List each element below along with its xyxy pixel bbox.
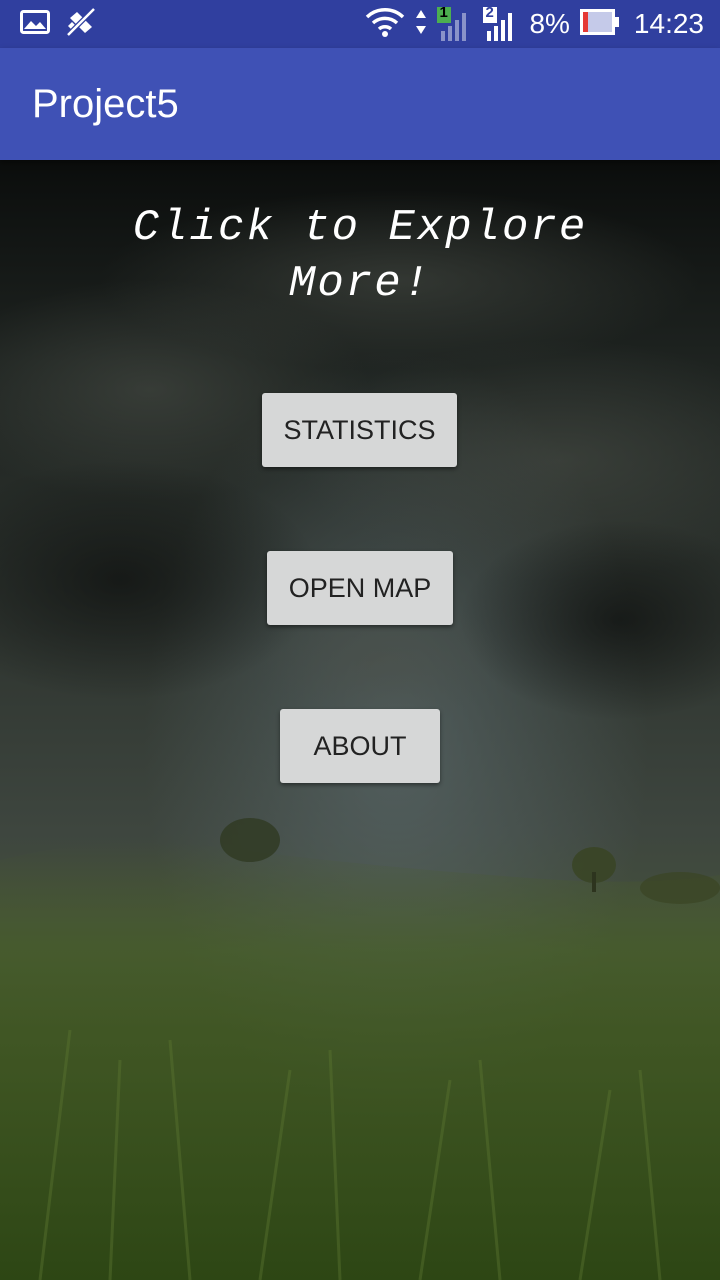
gallery-icon [20,10,50,38]
mute-icon [64,6,98,42]
main-content: Click to Explore More! STATISTICS OPEN M… [0,160,720,1280]
app-title: Project5 [32,81,179,126]
status-bar: 1 2 8% 14:23 [0,0,720,48]
app-bar: Project5 [0,48,720,160]
status-bar-right: 1 2 8% 14:23 [365,4,720,41]
headline-line-2: More! [288,259,432,309]
headline-line-1: Click to Explore [132,203,588,253]
sim1-label: 1 [439,4,448,21]
clock: 14:23 [633,8,704,39]
battery-percent: 8% [529,8,570,39]
status-bar-left [0,6,98,42]
battery-icon [579,9,620,39]
signal-sim1-icon: 1 [437,4,473,41]
open-map-button[interactable]: OPEN MAP [267,551,453,625]
signal-sim2-icon: 2 [483,4,519,41]
sim2-label: 2 [485,4,494,21]
about-button[interactable]: ABOUT [280,709,440,783]
headline: Click to Explore More! [0,200,720,312]
statistics-button[interactable]: STATISTICS [262,393,457,467]
wifi-icon [365,7,405,41]
data-arrows-icon [415,8,427,40]
